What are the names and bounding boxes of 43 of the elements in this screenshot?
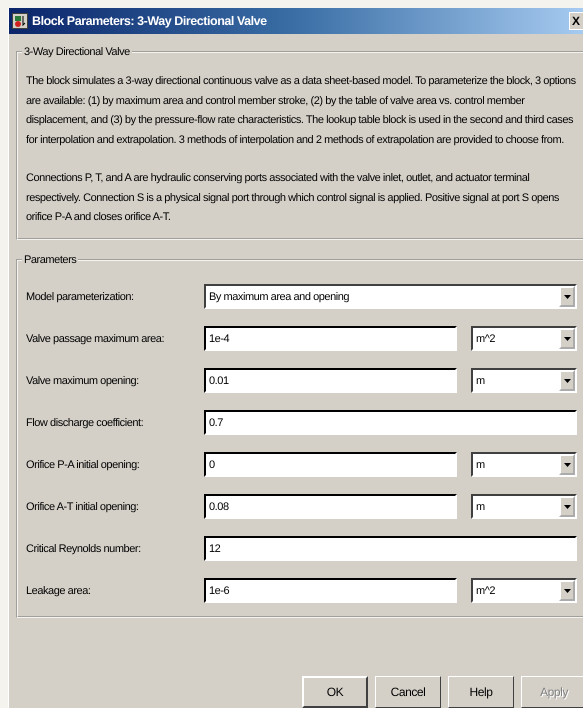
parameter-select[interactable]: By maximum area and opening (204, 284, 577, 309)
dropdown-button[interactable] (559, 328, 575, 349)
parameter-field[interactable]: 0.01 (204, 368, 457, 393)
window-title: Block Parameters: 3-Way Directional Valve (32, 14, 268, 28)
description-text: Connections P, T, and A are hydraulic conserving ports associated with the valve inlet, outlet, and actuator terminal respectively. Connection S is a physical signal port through which control signal is applied. Positive signal at port S opens orifice P-A and closes orifice A-T. (26, 171, 560, 225)
parameter-label: Valve maximum opening: (26, 374, 140, 386)
unit-select[interactable]: m^2 (471, 578, 577, 603)
parameter-label: Critical Reynolds number: (26, 542, 142, 554)
parameter-field[interactable]: 0 (204, 452, 457, 477)
dialog-button[interactable]: OK (302, 676, 368, 708)
dropdown-button[interactable] (559, 454, 575, 475)
unit-select[interactable]: m (471, 452, 577, 477)
parameter-label: Valve passage maximum area: (26, 332, 166, 344)
unit-select[interactable]: m (471, 494, 577, 519)
block-icon (12, 13, 28, 29)
description-text: The block simulates a 3-way directional continuous valve as a data sheet-based model. To parameterize the block, 3 options are available: (1) by maximum area and control member stroke, (2) by the table of valve area vs. control member displacement, and (3) by the pressure-flow rate characteristics. The lookup table block is used in the second and third cases for interpolation and extrapolation. 3 methods of interpolation and 2 methods of extrapolation are provided to choose from. (26, 74, 577, 148)
dropdown-arrow-icon (564, 588, 570, 592)
dropdown-arrow-icon (564, 336, 570, 340)
parameter-field[interactable]: 0.08 (204, 494, 457, 519)
dropdown-button[interactable] (559, 286, 575, 307)
parameter-label: Leakage area: (26, 584, 92, 596)
group-title: 3-Way Directional Valve (22, 46, 132, 58)
dropdown-arrow-icon (564, 462, 570, 466)
group-title: Parameters (22, 254, 78, 266)
dropdown-arrow-icon (564, 378, 570, 382)
parameter-label: Model parameterization: (26, 290, 135, 302)
dropdown-button[interactable] (559, 580, 575, 601)
dialog-button[interactable]: Cancel (375, 676, 441, 708)
dropdown-button[interactable] (559, 496, 575, 517)
dropdown-button[interactable] (559, 370, 575, 391)
parameter-label: Flow discharge coefficient: (26, 416, 144, 428)
parameter-label: Orifice P-A initial opening: (26, 458, 140, 470)
dropdown-arrow-icon (564, 294, 570, 298)
unit-select[interactable]: m (471, 368, 577, 393)
dialog-button[interactable]: Help (448, 676, 514, 708)
dropdown-arrow-icon (564, 504, 570, 508)
parameter-field[interactable]: 1e-6 (204, 578, 457, 603)
parameter-field[interactable]: 0.7 (204, 410, 577, 435)
parameter-label: Orifice A-T initial opening: (26, 500, 140, 512)
unit-select[interactable]: m^2 (471, 326, 577, 351)
parameter-field[interactable]: 12 (204, 536, 577, 561)
close-button[interactable]: X (569, 12, 583, 30)
parameter-field[interactable]: 1e-4 (204, 326, 457, 351)
